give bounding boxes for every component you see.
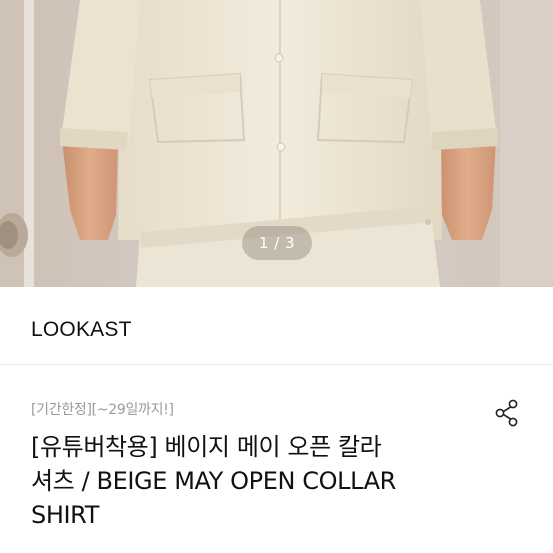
product-image-carousel[interactable]: 1 / 3 — [0, 0, 553, 287]
product-title: [유튜버착용] 베이지 메이 오픈 칼라 셔츠 / BEIGE MAY OPEN… — [31, 430, 471, 532]
product-title-line: SHIRT — [31, 501, 99, 529]
share-icon — [495, 399, 518, 427]
product-title-line: [유튜버착용] 베이지 메이 오픈 칼라 — [31, 433, 382, 461]
share-button[interactable] — [490, 396, 524, 430]
carousel-page-indicator: 1 / 3 — [242, 226, 312, 260]
section-divider — [0, 364, 553, 365]
brand-name-link[interactable]: LOOKAST — [31, 318, 132, 342]
product-title-line: 셔츠 / BEIGE MAY OPEN COLLAR — [31, 467, 396, 495]
product-detail-page: 1 / 3 LOOKAST [기간한정][~29일까지!] [유튜버착용] 베이… — [0, 0, 553, 553]
promo-label: [기간한정][~29일까지!] — [31, 402, 174, 418]
